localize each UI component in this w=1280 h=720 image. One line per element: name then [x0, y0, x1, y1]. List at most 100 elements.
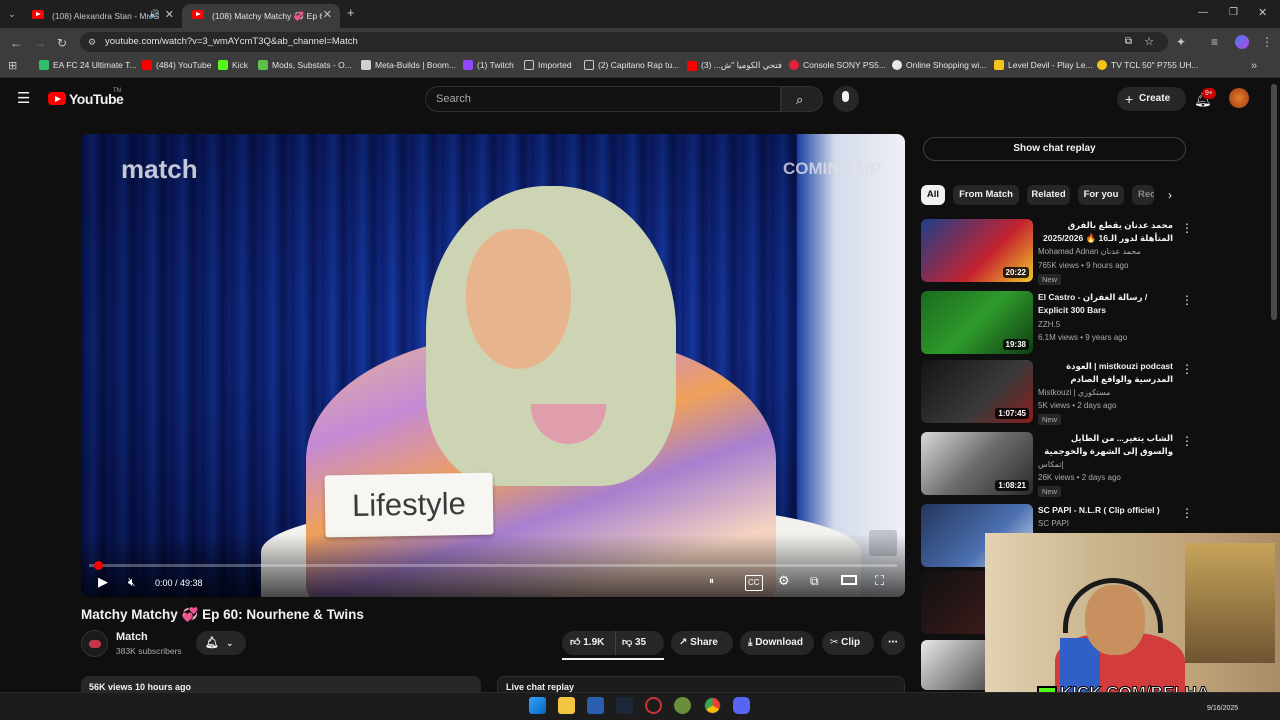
- create-button[interactable]: + Create: [1117, 87, 1186, 111]
- chip-from-match[interactable]: From Match: [953, 185, 1019, 205]
- bookmark-item[interactable]: Meta-Builds | Boom...: [361, 60, 456, 70]
- media-controls-icon[interactable]: ≡: [1211, 36, 1218, 48]
- recommendation-title[interactable]: El Castro - رسالة الغفران / Explicit 300…: [1038, 291, 1173, 317]
- bookmark-folder[interactable]: Imported: [524, 60, 572, 70]
- close-window-icon[interactable]: ✕: [1258, 7, 1267, 19]
- address-bar[interactable]: ⚙ youtube.com/watch?v=3_wmAYcmT3Q&ab_cha…: [80, 32, 1168, 52]
- recommendation-title[interactable]: mistkouzi podcast | العودة المدرسية والو…: [1038, 360, 1173, 387]
- volume-muted-icon[interactable]: 🔇︎: [128, 575, 136, 589]
- chip-for-you[interactable]: For you: [1078, 185, 1124, 205]
- page-scrollbar[interactable]: [1271, 84, 1277, 320]
- close-tab-icon[interactable]: ✕: [165, 8, 174, 21]
- show-chat-replay-button[interactable]: Show chat replay: [923, 137, 1186, 161]
- video-thumbnail[interactable]: 1:07:45: [921, 360, 1033, 423]
- bookmark-item[interactable]: Online Shopping wi...: [892, 60, 986, 70]
- channel-avatar[interactable]: [81, 630, 108, 657]
- download-button[interactable]: ⤓ Download: [740, 631, 814, 655]
- bookmark-item[interactable]: (484) YouTube: [142, 60, 211, 70]
- clip-button[interactable]: ✂ Clip: [822, 631, 874, 655]
- more-vert-icon[interactable]: ⋮: [1181, 506, 1193, 520]
- autoplay-toggle-icon[interactable]: ⏸︎: [709, 575, 714, 589]
- file-explorer-icon[interactable]: [558, 697, 575, 714]
- tab-search-icon[interactable]: ⌄: [8, 8, 16, 20]
- youtube-logo-icon[interactable]: [48, 92, 66, 105]
- forward-icon[interactable]: →: [34, 37, 46, 49]
- video-thumbnail[interactable]: 19:38: [921, 291, 1033, 354]
- site-info-icon[interactable]: ⚙: [88, 32, 96, 52]
- scrubber-handle[interactable]: [94, 561, 103, 570]
- video-progress-bar[interactable]: [89, 561, 897, 570]
- bookmark-item[interactable]: Console SONY PS5...: [789, 60, 886, 70]
- profile-avatar[interactable]: [1235, 35, 1249, 49]
- more-actions-button[interactable]: ⋯: [881, 631, 905, 655]
- chip-all[interactable]: All: [921, 185, 945, 205]
- theater-mode-icon[interactable]: [841, 575, 857, 585]
- recommendation-channel[interactable]: ZZH.5: [1038, 320, 1060, 329]
- windows-start-icon[interactable]: [529, 697, 546, 714]
- video-thumbnail[interactable]: 20:22: [921, 219, 1033, 282]
- more-vert-icon[interactable]: ⋮: [1181, 221, 1193, 235]
- extensions-icon[interactable]: ✦: [1176, 36, 1186, 48]
- chips-next-chevron-icon[interactable]: ›: [1168, 188, 1172, 202]
- video-player[interactable]: Lifestyle match COMING UP ▶ 🔇︎ 0:00 / 49…: [81, 134, 905, 597]
- recommendation-title[interactable]: محمد عدنان يقطع بالفرق المتأهلة لدور الـ…: [1038, 219, 1173, 246]
- install-app-icon[interactable]: ⧉: [1125, 32, 1132, 52]
- bookmark-item[interactable]: فتحي الكوميا "ش... (3): [687, 60, 782, 71]
- subscribe-notification-button[interactable]: 🔔︎ ⌄: [196, 631, 246, 655]
- chip-recently[interactable]: Rec: [1132, 185, 1154, 205]
- fullscreen-icon[interactable]: ⛶: [875, 574, 884, 588]
- voice-search-button[interactable]: [833, 86, 859, 112]
- recommendation-title[interactable]: الشاب يتغير... من الطايل والسوق إلى الشه…: [1038, 432, 1173, 459]
- share-button[interactable]: ↗ Share: [671, 631, 733, 655]
- browser-tab-matchy-matchy[interactable]: (108) Matchy Matchy 💞 Ep 60 ✕: [182, 4, 340, 28]
- video-thumbnail[interactable]: [921, 640, 985, 690]
- more-vert-icon[interactable]: ⋮: [1181, 293, 1193, 307]
- more-bookmarks-icon[interactable]: »: [1251, 60, 1257, 72]
- video-thumbnail[interactable]: 1:08:21: [921, 432, 1033, 495]
- chrome-icon[interactable]: [704, 697, 721, 714]
- bookmark-item[interactable]: TV TCL 50" P755 UH...: [1097, 60, 1199, 70]
- reload-icon[interactable]: ↻: [57, 37, 67, 49]
- recommendation-item[interactable]: 1:08:21 الشاب يتغير... من الطايل والسوق …: [921, 432, 1193, 500]
- video-thumbnail[interactable]: [921, 571, 985, 634]
- bookmark-item[interactable]: EA FC 24 Ultimate T...: [39, 60, 136, 70]
- recommendation-channel[interactable]: إتمكاس: [1038, 460, 1064, 469]
- settings-gear-icon[interactable]: ⚙: [778, 574, 790, 588]
- recommendation-item[interactable]: 19:38 El Castro - رسالة الغفران / Explic…: [921, 291, 1193, 359]
- maximize-icon[interactable]: ❐: [1229, 7, 1238, 19]
- apps-grid-icon[interactable]: ⊞: [8, 60, 17, 72]
- app-icon[interactable]: [645, 697, 662, 714]
- steam-icon[interactable]: [616, 697, 633, 714]
- search-button[interactable]: ⌕: [781, 86, 823, 112]
- minimize-icon[interactable]: —: [1198, 7, 1208, 19]
- new-tab-icon[interactable]: +: [347, 6, 355, 19]
- bookmark-item[interactable]: Mods, Substats - O...: [258, 60, 352, 70]
- subtitles-cc-icon[interactable]: CC: [745, 575, 763, 591]
- dislike-button[interactable]: 👎︎ 35: [622, 631, 646, 655]
- more-vert-icon[interactable]: ⋮: [1181, 362, 1193, 376]
- app-icon[interactable]: [674, 697, 691, 714]
- bookmark-item[interactable]: Level Devil - Play Le...: [994, 60, 1093, 70]
- channel-name[interactable]: Match: [116, 631, 148, 643]
- miniplayer-icon[interactable]: ⧉: [810, 574, 819, 588]
- chrome-menu-icon[interactable]: ⋮: [1261, 36, 1273, 48]
- bookmark-folder[interactable]: (2) Capitano Rap tu...: [584, 60, 679, 70]
- bookmark-item[interactable]: (1) Twitch: [463, 60, 514, 70]
- recommendation-channel[interactable]: Mistkouzi | مستكوزي: [1038, 388, 1110, 397]
- recommendation-channel[interactable]: Mohamad Adnan محمد عدنان: [1038, 247, 1141, 256]
- back-icon[interactable]: ←: [10, 37, 22, 49]
- recommendation-channel[interactable]: SC PAPI: [1038, 519, 1069, 528]
- search-input[interactable]: Search: [425, 86, 781, 112]
- chip-related[interactable]: Related: [1027, 185, 1070, 205]
- recommendation-title[interactable]: SC PAPI - N.L.R ( Clip officiel ): [1038, 504, 1173, 517]
- recommendation-item[interactable]: 20:22 محمد عدنان يقطع بالفرق المتأهلة لد…: [921, 219, 1193, 287]
- store-icon[interactable]: [587, 697, 604, 714]
- hamburger-menu-icon[interactable]: ☰: [17, 91, 30, 106]
- close-tab-icon[interactable]: ✕: [323, 8, 332, 21]
- account-avatar[interactable]: [1229, 88, 1249, 108]
- bookmark-item[interactable]: Kick: [218, 60, 248, 70]
- bookmark-star-icon[interactable]: ☆: [1144, 32, 1154, 52]
- more-vert-icon[interactable]: ⋮: [1181, 434, 1193, 448]
- play-icon[interactable]: ▶: [98, 575, 108, 589]
- speaker-icon[interactable]: 🔊: [149, 9, 160, 20]
